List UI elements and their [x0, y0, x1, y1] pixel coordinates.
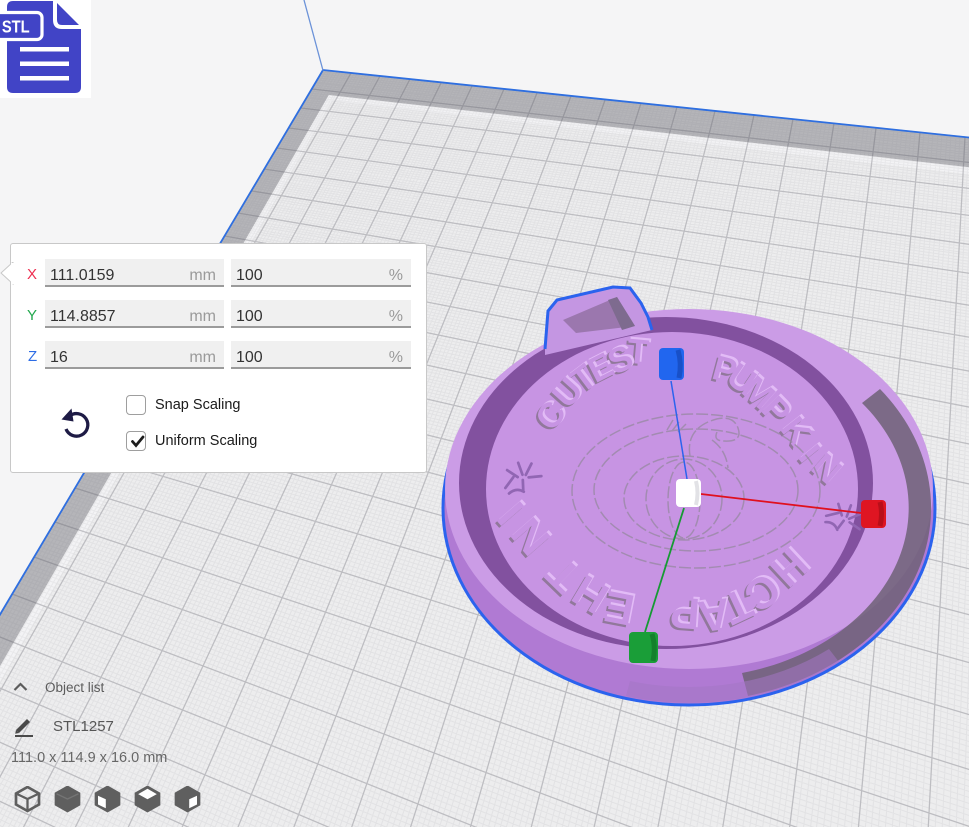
svg-text:T: T: [626, 332, 651, 373]
svg-text:STL: STL: [2, 17, 30, 37]
